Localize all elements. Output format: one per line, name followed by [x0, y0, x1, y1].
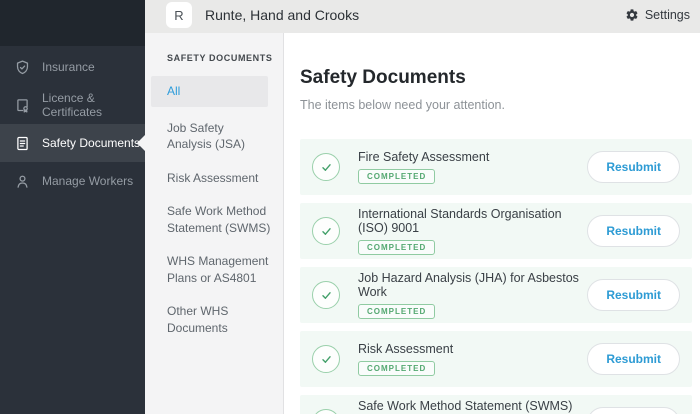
header: R Runte, Hand and Crooks Settings: [145, 0, 700, 33]
document-row: Job Hazard Analysis (JHA) for Asbestos W…: [300, 267, 692, 323]
sidebar-item-manage-workers[interactable]: Manage Workers: [0, 162, 145, 200]
document-icon: [14, 135, 31, 152]
right-column: R Runte, Hand and Crooks Settings SAFETY…: [145, 0, 700, 414]
resubmit-button[interactable]: Resubmit: [587, 343, 680, 375]
company-name: Runte, Hand and Crooks: [205, 7, 359, 23]
completed-check-icon: [312, 345, 340, 373]
sidebar-item-licence-certificates[interactable]: Licence & Certificates: [0, 86, 145, 124]
gear-icon: [625, 8, 639, 22]
document-info: Safe Work Method Statement (SWMS) Constr…: [358, 399, 587, 414]
sidebar-item-insurance[interactable]: Insurance: [0, 48, 145, 86]
document-title: International Standards Organisation (IS…: [358, 207, 587, 235]
sidebar-item-label: Insurance: [42, 60, 95, 74]
main-content: Safety Documents The items below need yo…: [284, 33, 700, 414]
resubmit-button[interactable]: Resubmit: [587, 279, 680, 311]
sidebar-item-safety-documents[interactable]: Safety Documents: [0, 124, 145, 162]
page-subtitle: The items below need your attention.: [300, 98, 692, 112]
body-row: SAFETY DOCUMENTS All Job Safety Analysis…: [145, 33, 700, 414]
shield-check-icon: [14, 59, 31, 76]
sidebar-item-label: Safety Documents: [42, 136, 140, 150]
filter-item-jsa[interactable]: Job Safety Analysis (JSA): [145, 120, 283, 153]
filter-item-other-whs[interactable]: Other WHS Documents: [145, 303, 283, 336]
document-row: Risk Assessment COMPLETED Resubmit: [300, 331, 692, 387]
document-row: Safe Work Method Statement (SWMS) Constr…: [300, 395, 692, 414]
document-title: Fire Safety Assessment: [358, 150, 489, 164]
status-badge: COMPLETED: [358, 240, 435, 255]
resubmit-button[interactable]: Resubmit: [587, 215, 680, 247]
document-info: Risk Assessment COMPLETED: [358, 342, 453, 376]
document-row: Fire Safety Assessment COMPLETED Resubmi…: [300, 139, 692, 195]
document-title: Job Hazard Analysis (JHA) for Asbestos W…: [358, 271, 587, 299]
document-info: International Standards Organisation (IS…: [358, 207, 587, 255]
document-title: Risk Assessment: [358, 342, 453, 356]
completed-check-icon: [312, 409, 340, 414]
document-title: Safe Work Method Statement (SWMS) Constr…: [358, 399, 587, 414]
filter-item-swms[interactable]: Safe Work Method Statement (SWMS): [145, 203, 283, 236]
filter-item-risk-assessment[interactable]: Risk Assessment: [145, 170, 283, 187]
primary-sidebar: Insurance Licence & Certificates: [0, 0, 145, 414]
resubmit-button[interactable]: Resubmit: [587, 151, 680, 183]
app-window: Insurance Licence & Certificates: [0, 0, 700, 414]
settings-label: Settings: [645, 8, 690, 22]
primary-nav: Insurance Licence & Certificates: [0, 0, 145, 200]
status-badge: COMPLETED: [358, 169, 435, 184]
document-row: International Standards Organisation (IS…: [300, 203, 692, 259]
filter-panel: SAFETY DOCUMENTS All Job Safety Analysis…: [145, 33, 284, 414]
filter-item-whs-management[interactable]: WHS Management Plans or AS4801: [145, 253, 283, 286]
active-item-notch: [137, 135, 145, 151]
person-icon: [14, 173, 31, 190]
sidebar-item-label: Licence & Certificates: [42, 91, 145, 120]
sidebar-item-label: Manage Workers: [42, 174, 133, 188]
document-info: Job Hazard Analysis (JHA) for Asbestos W…: [358, 271, 587, 319]
filter-item-all[interactable]: All: [151, 76, 268, 107]
completed-check-icon: [312, 281, 340, 309]
status-badge: COMPLETED: [358, 361, 435, 376]
resubmit-button[interactable]: Resubmit: [587, 407, 680, 414]
settings-button[interactable]: Settings: [625, 8, 690, 22]
completed-check-icon: [312, 153, 340, 181]
completed-check-icon: [312, 217, 340, 245]
company-avatar: R: [166, 2, 192, 28]
filter-panel-title: SAFETY DOCUMENTS: [145, 53, 283, 63]
document-list: Fire Safety Assessment COMPLETED Resubmi…: [300, 139, 692, 414]
status-badge: COMPLETED: [358, 304, 435, 319]
document-info: Fire Safety Assessment COMPLETED: [358, 150, 489, 184]
page-title: Safety Documents: [300, 67, 692, 89]
certificate-icon: [14, 97, 31, 114]
